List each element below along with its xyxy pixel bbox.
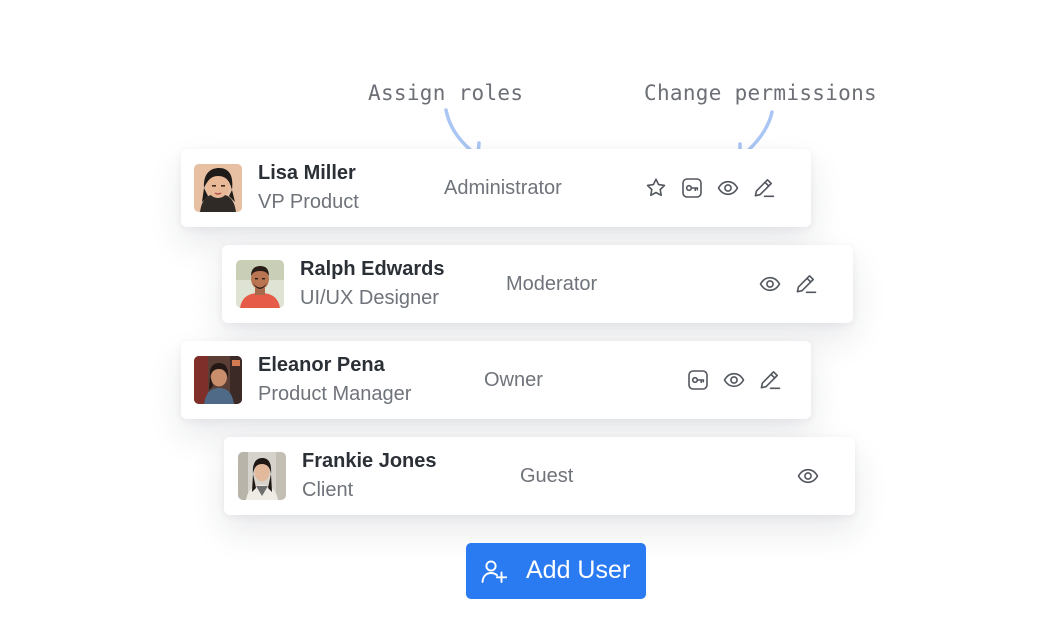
avatar xyxy=(194,164,242,212)
key-icon[interactable] xyxy=(680,176,704,200)
user-title: Client xyxy=(302,479,354,501)
user-name: Frankie Jones xyxy=(302,450,437,472)
avatar xyxy=(236,260,284,308)
eye-icon[interactable] xyxy=(716,176,740,200)
user-card-lisa-miller[interactable]: Lisa Miller VP Product Administrator xyxy=(181,149,811,227)
user-card-ralph-edwards[interactable]: Ralph Edwards UI/UX Designer Moderator xyxy=(222,245,853,323)
user-title: UI/UX Designer xyxy=(300,287,439,309)
change-permissions-annotation: Change permissions xyxy=(644,81,877,105)
eye-icon[interactable] xyxy=(758,272,782,296)
user-name: Lisa Miller xyxy=(258,162,356,184)
user-role: Owner xyxy=(484,369,543,391)
eye-icon[interactable] xyxy=(722,368,746,392)
key-icon[interactable] xyxy=(686,368,710,392)
avatar xyxy=(194,356,242,404)
user-title: VP Product xyxy=(258,191,359,213)
add-user-label: Add User xyxy=(526,556,631,584)
edit-icon[interactable] xyxy=(752,176,776,200)
user-role: Moderator xyxy=(506,273,598,295)
assign-roles-annotation: Assign roles xyxy=(368,81,524,105)
user-name: Eleanor Pena xyxy=(258,354,385,376)
add-user-button[interactable]: Add User xyxy=(466,543,646,599)
user-role: Administrator xyxy=(444,177,562,199)
user-title: Product Manager xyxy=(258,383,412,405)
avatar xyxy=(238,452,286,500)
edit-icon[interactable] xyxy=(794,272,818,296)
eye-icon[interactable] xyxy=(796,464,820,488)
user-name: Ralph Edwards xyxy=(300,258,445,280)
user-card-frankie-jones[interactable]: Frankie Jones Client Guest xyxy=(224,437,855,515)
user-card-eleanor-pena[interactable]: Eleanor Pena Product Manager Owner xyxy=(181,341,811,419)
user-role: Guest xyxy=(520,465,574,487)
star-icon[interactable] xyxy=(644,176,668,200)
user-plus-icon xyxy=(480,557,508,585)
edit-icon[interactable] xyxy=(758,368,782,392)
